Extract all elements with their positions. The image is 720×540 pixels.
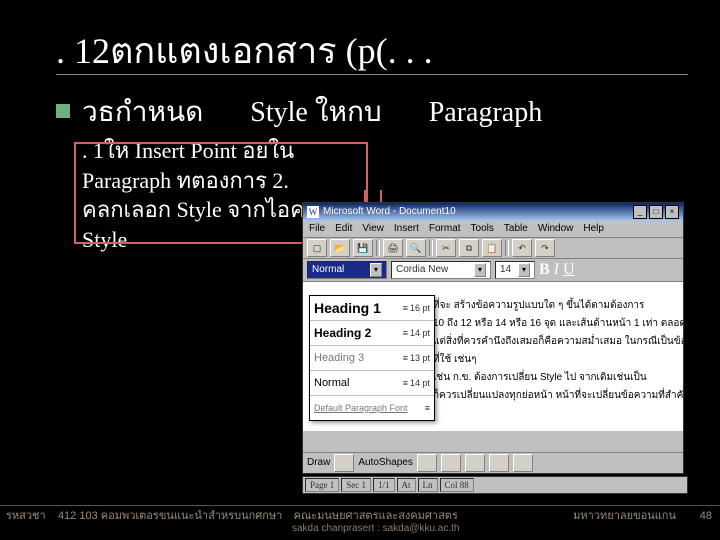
format-toolbar: Normal▾ Cordia New▾ 14▾ B I U xyxy=(303,259,683,282)
undo-icon[interactable]: ↶ xyxy=(512,239,532,257)
chevron-down-icon[interactable]: ▾ xyxy=(474,263,486,277)
underline-icon[interactable]: U xyxy=(563,261,575,279)
print-icon[interactable]: 🖨 xyxy=(383,239,403,257)
status-bar: Page 1 Sec 1 1/1 At Ln Col 88 xyxy=(302,476,688,494)
sub-c: Paragraph xyxy=(429,97,543,128)
chevron-down-icon[interactable]: ▾ xyxy=(370,263,382,277)
separator xyxy=(505,240,509,256)
status-page: Page 1 xyxy=(305,478,339,492)
rect-icon[interactable] xyxy=(465,454,485,472)
separator xyxy=(429,240,433,256)
slide: . 12ตกแตงเอกสาร (p(. . . วธกำหนด Style ใ… xyxy=(0,0,720,540)
page-number: 48 xyxy=(700,510,712,523)
footer-left: รหสวชา 412 103 คอมพวเตอรขนแนะนำสำหรบนกศก… xyxy=(6,510,282,523)
draw-toolbar: Draw AutoShapes xyxy=(303,452,683,473)
style-option-h2[interactable]: Heading 214 pt xyxy=(310,321,434,346)
footer-center: คณะมนษยศาสตรและสงคมศาสตร sakda chanprase… xyxy=(292,510,459,535)
title-text-b: (p(. . . xyxy=(346,31,433,71)
standard-toolbar: ▢ 📂 💾 🖨 🔍 ✂ ⧉ 📋 ↶ ↷ xyxy=(303,238,683,259)
size-combo[interactable]: 14▾ xyxy=(495,261,535,279)
style-option-h1[interactable]: Heading 116 pt xyxy=(310,296,434,321)
status-pages: 1/1 xyxy=(373,478,395,492)
style-option-default[interactable]: Default Paragraph Font xyxy=(310,396,434,420)
window-title: Microsoft Word - Document10 xyxy=(323,207,456,217)
style-option-normal[interactable]: Normal14 pt xyxy=(310,371,434,396)
bullet-icon xyxy=(56,104,70,118)
paste-icon[interactable]: 📋 xyxy=(482,239,502,257)
menu-table[interactable]: Table xyxy=(504,221,528,237)
doc-line: แต่สิ่งที่ควรคำนึงถึงเสมอก็คือความสม่ำเส… xyxy=(433,335,673,349)
arrow-icon[interactable] xyxy=(441,454,461,472)
window-titlebar: W Microsoft Word - Document10 _ □ × xyxy=(303,203,683,221)
status-sec: Sec 1 xyxy=(341,478,371,492)
status-at: At xyxy=(397,478,416,492)
preview-icon[interactable]: 🔍 xyxy=(406,239,426,257)
word-window: W Microsoft Word - Document10 _ □ × File… xyxy=(302,202,684,474)
menu-window[interactable]: Window xyxy=(538,221,574,237)
oval-icon[interactable] xyxy=(489,454,509,472)
doc-line: ก็ควรเปลี่ยนแปลงทุกย่อหน้า หน้าที่จะเปลี… xyxy=(433,389,673,403)
font-combo[interactable]: Cordia New▾ xyxy=(391,261,491,279)
style-combo[interactable]: Normal▾ xyxy=(307,261,387,279)
line-icon[interactable] xyxy=(417,454,437,472)
page-title: . 12ตกแตงเอกสาร (p(. . . xyxy=(56,22,433,79)
style-option-h3[interactable]: Heading 313 pt xyxy=(310,346,434,371)
menu-insert[interactable]: Insert xyxy=(394,221,419,237)
save-icon[interactable]: 💾 xyxy=(353,239,373,257)
select-icon[interactable] xyxy=(334,454,354,472)
menu-format[interactable]: Format xyxy=(429,221,461,237)
slide-footer: รหสวชา 412 103 คอมพวเตอรขนแนะนำสำหรบนกศก… xyxy=(0,505,720,540)
title-text-a: . 12ตกแตงเอกสาร xyxy=(56,31,337,71)
doc-line: ที่ใช้ เช่นๆ xyxy=(433,353,673,367)
status-ln: Ln xyxy=(418,478,438,492)
maximize-button[interactable]: □ xyxy=(649,205,663,219)
new-icon[interactable]: ▢ xyxy=(307,239,327,257)
view-toolbar xyxy=(303,430,683,453)
open-icon[interactable]: 📂 xyxy=(330,239,350,257)
footer-right: มหาวทยาลยขอนแกน xyxy=(573,510,676,523)
doc-line: เช่น ก.ข. ต้องการเปลี่ยน Style ไป จากเดิ… xyxy=(433,371,673,385)
cut-icon[interactable]: ✂ xyxy=(436,239,456,257)
doc-line: 10 ถึง 12 หรือ 14 หรือ 16 จุด และเส้นด้า… xyxy=(433,317,673,331)
autoshapes-label[interactable]: AutoShapes xyxy=(358,458,413,468)
sub-b: Style ใหกบ xyxy=(250,97,381,128)
menu-bar[interactable]: File Edit View Insert Format Tools Table… xyxy=(303,221,683,238)
status-col: Col 88 xyxy=(440,478,474,492)
separator xyxy=(376,240,380,256)
menu-edit[interactable]: Edit xyxy=(335,221,352,237)
menu-view[interactable]: View xyxy=(362,221,384,237)
menu-tools[interactable]: Tools xyxy=(471,221,494,237)
chevron-down-icon[interactable]: ▾ xyxy=(518,263,530,277)
bold-icon[interactable]: B xyxy=(539,261,550,279)
italic-icon[interactable]: I xyxy=(554,261,559,279)
copy-icon[interactable]: ⧉ xyxy=(459,239,479,257)
sub-a: วธกำหนด xyxy=(82,97,203,128)
title-rule xyxy=(56,74,688,75)
redo-icon[interactable]: ↷ xyxy=(535,239,555,257)
menu-help[interactable]: Help xyxy=(583,221,604,237)
app-icon: W xyxy=(307,206,319,218)
menu-file[interactable]: File xyxy=(309,221,325,237)
textbox-icon[interactable] xyxy=(513,454,533,472)
minimize-button[interactable]: _ xyxy=(633,205,647,219)
draw-label[interactable]: Draw xyxy=(307,458,330,468)
style-dropdown[interactable]: Heading 116 pt Heading 214 pt Heading 31… xyxy=(309,295,435,421)
subtitle: วธกำหนด Style ใหกบ Paragraph xyxy=(82,90,542,134)
doc-line: ที่จะ สร้างข้อความรูปแบบใด ๆ ขึ้นได้ตามต… xyxy=(433,299,673,313)
close-button[interactable]: × xyxy=(665,205,679,219)
